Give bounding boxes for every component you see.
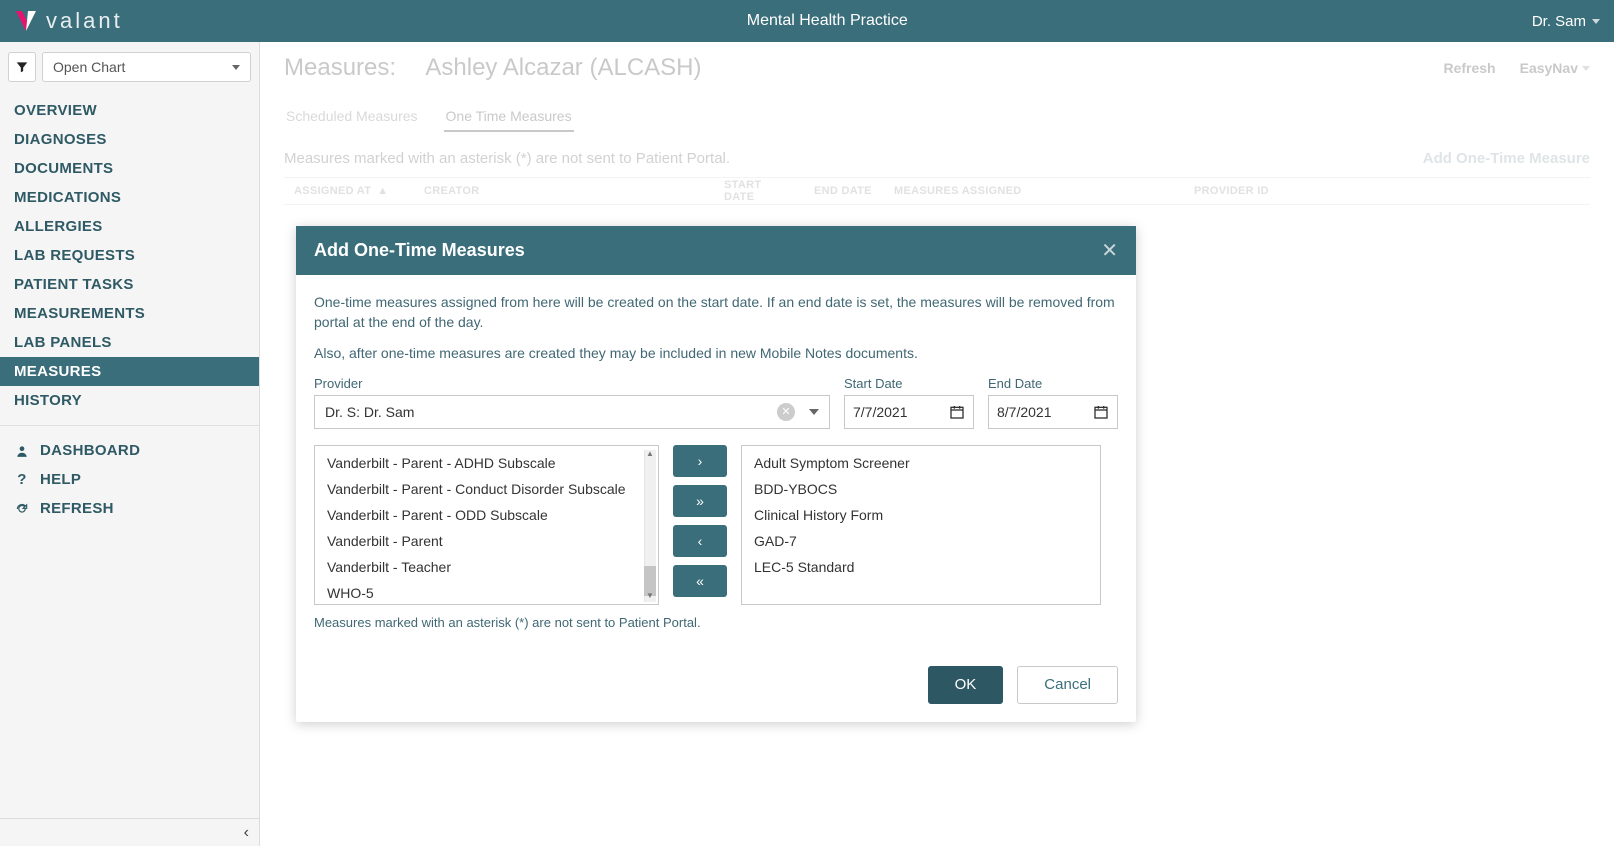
list-item[interactable]: Vanderbilt - Parent - Conduct Disorder S… bbox=[315, 476, 658, 502]
modal-title: Add One-Time Measures bbox=[314, 240, 525, 261]
chevron-down-icon bbox=[232, 65, 240, 70]
chevron-down-icon bbox=[1592, 19, 1600, 24]
chevron-down-icon[interactable] bbox=[809, 409, 819, 415]
start-date-input[interactable]: 7/7/2021 bbox=[844, 395, 974, 429]
refresh-icon bbox=[14, 501, 30, 517]
calendar-icon bbox=[949, 404, 965, 420]
funnel-icon bbox=[15, 60, 29, 74]
sidebar-item-measurements[interactable]: MEASUREMENTS bbox=[0, 299, 259, 328]
sidebar: Open Chart OVERVIEWDIAGNOSESDOCUMENTSMED… bbox=[0, 42, 260, 846]
sidebar-item-diagnoses[interactable]: DIAGNOSES bbox=[0, 125, 259, 154]
sidebar-item-patient-tasks[interactable]: PATIENT TASKS bbox=[0, 270, 259, 299]
sidebar-collapse[interactable]: ‹ bbox=[0, 818, 259, 846]
sidebar-item-medications[interactable]: MEDICATIONS bbox=[0, 183, 259, 212]
end-date-value: 8/7/2021 bbox=[997, 404, 1052, 420]
sidebar-nav: OVERVIEWDIAGNOSESDOCUMENTSMEDICATIONSALL… bbox=[0, 92, 259, 415]
provider-value: Dr. S: Dr. Sam bbox=[325, 404, 777, 420]
close-icon[interactable]: ✕ bbox=[1101, 238, 1118, 263]
list-item[interactable]: LEC-5 Standard bbox=[742, 554, 1100, 580]
clear-icon[interactable]: ✕ bbox=[777, 403, 795, 421]
sidebar-item-measures[interactable]: MEASURES bbox=[0, 357, 259, 386]
start-date-label: Start Date bbox=[844, 376, 974, 391]
sidebar-item-refresh[interactable]: REFRESH bbox=[0, 494, 259, 523]
sidebar-item-history[interactable]: HISTORY bbox=[0, 386, 259, 415]
sidebar-item-overview[interactable]: OVERVIEW bbox=[0, 96, 259, 125]
person-icon bbox=[14, 443, 30, 459]
list-item[interactable]: Vanderbilt - Teacher bbox=[315, 554, 658, 580]
calendar-icon bbox=[1093, 404, 1109, 420]
move-all-left-button[interactable]: « bbox=[673, 565, 727, 597]
provider-label: Provider bbox=[314, 376, 830, 391]
question-icon: ? bbox=[14, 472, 30, 488]
cancel-button[interactable]: Cancel bbox=[1017, 666, 1118, 704]
practice-title: Mental Health Practice bbox=[123, 12, 1532, 30]
user-menu[interactable]: Dr. Sam bbox=[1532, 13, 1600, 30]
list-item[interactable]: Clinical History Form bbox=[742, 502, 1100, 528]
sidebar-item-dashboard[interactable]: DASHBOARD bbox=[0, 436, 259, 465]
move-all-right-button[interactable]: » bbox=[673, 485, 727, 517]
brand-logo: valant bbox=[14, 8, 123, 34]
selected-measures-list[interactable]: Adult Symptom ScreenerBDD-YBOCSClinical … bbox=[741, 445, 1101, 605]
start-date-value: 7/7/2021 bbox=[853, 404, 908, 420]
provider-combobox[interactable]: Dr. S: Dr. Sam ✕ bbox=[314, 395, 830, 429]
topbar: valant Mental Health Practice Dr. Sam bbox=[0, 0, 1614, 42]
list-item[interactable]: GAD-7 bbox=[742, 528, 1100, 554]
list-item[interactable]: Vanderbilt - Parent - ADHD Subscale bbox=[315, 450, 658, 476]
list-item[interactable]: Vanderbilt - Parent - ODD Subscale bbox=[315, 502, 658, 528]
chevron-left-icon: ‹ bbox=[244, 824, 249, 842]
modal-footnote: Measures marked with an asterisk (*) are… bbox=[314, 615, 1118, 630]
move-left-button[interactable]: ‹ bbox=[673, 525, 727, 557]
sidebar-item-allergies[interactable]: ALLERGIES bbox=[0, 212, 259, 241]
modal-intro-1: One-time measures assigned from here wil… bbox=[314, 293, 1118, 332]
valant-logo-icon bbox=[14, 9, 38, 33]
modal-intro-2: Also, after one-time measures are create… bbox=[314, 344, 1118, 364]
sidebar-item-help[interactable]: ?HELP bbox=[0, 465, 259, 494]
list-item[interactable]: BDD-YBOCS bbox=[742, 476, 1100, 502]
ok-button[interactable]: OK bbox=[928, 666, 1004, 704]
add-one-time-measures-modal: Add One-Time Measures ✕ One-time measure… bbox=[296, 226, 1136, 722]
list-item[interactable]: Vanderbilt - Parent bbox=[315, 528, 658, 554]
end-date-label: End Date bbox=[988, 376, 1118, 391]
available-measures-list[interactable]: Vanderbilt - Parent - ADHD SubscaleVande… bbox=[314, 445, 659, 605]
brand-text: valant bbox=[46, 8, 123, 34]
scroll-down-icon[interactable]: ▼ bbox=[644, 590, 656, 602]
sidebar-item-lab-requests[interactable]: LAB REQUESTS bbox=[0, 241, 259, 270]
modal-header: Add One-Time Measures ✕ bbox=[296, 226, 1136, 275]
move-right-button[interactable]: › bbox=[673, 445, 727, 477]
open-chart-dropdown[interactable]: Open Chart bbox=[42, 52, 251, 82]
scroll-up-icon[interactable]: ▲ bbox=[644, 448, 656, 460]
sidebar-item-documents[interactable]: DOCUMENTS bbox=[0, 154, 259, 183]
list-item[interactable]: Adult Symptom Screener bbox=[742, 450, 1100, 476]
end-date-input[interactable]: 8/7/2021 bbox=[988, 395, 1118, 429]
sidebar-item-lab-panels[interactable]: LAB PANELS bbox=[0, 328, 259, 357]
filter-button[interactable] bbox=[8, 52, 36, 82]
sidebar-lower: DASHBOARD?HELPREFRESH bbox=[0, 425, 259, 523]
list-item[interactable]: WHO-5 bbox=[315, 580, 658, 605]
open-chart-label: Open Chart bbox=[53, 59, 125, 75]
user-label: Dr. Sam bbox=[1532, 13, 1586, 30]
